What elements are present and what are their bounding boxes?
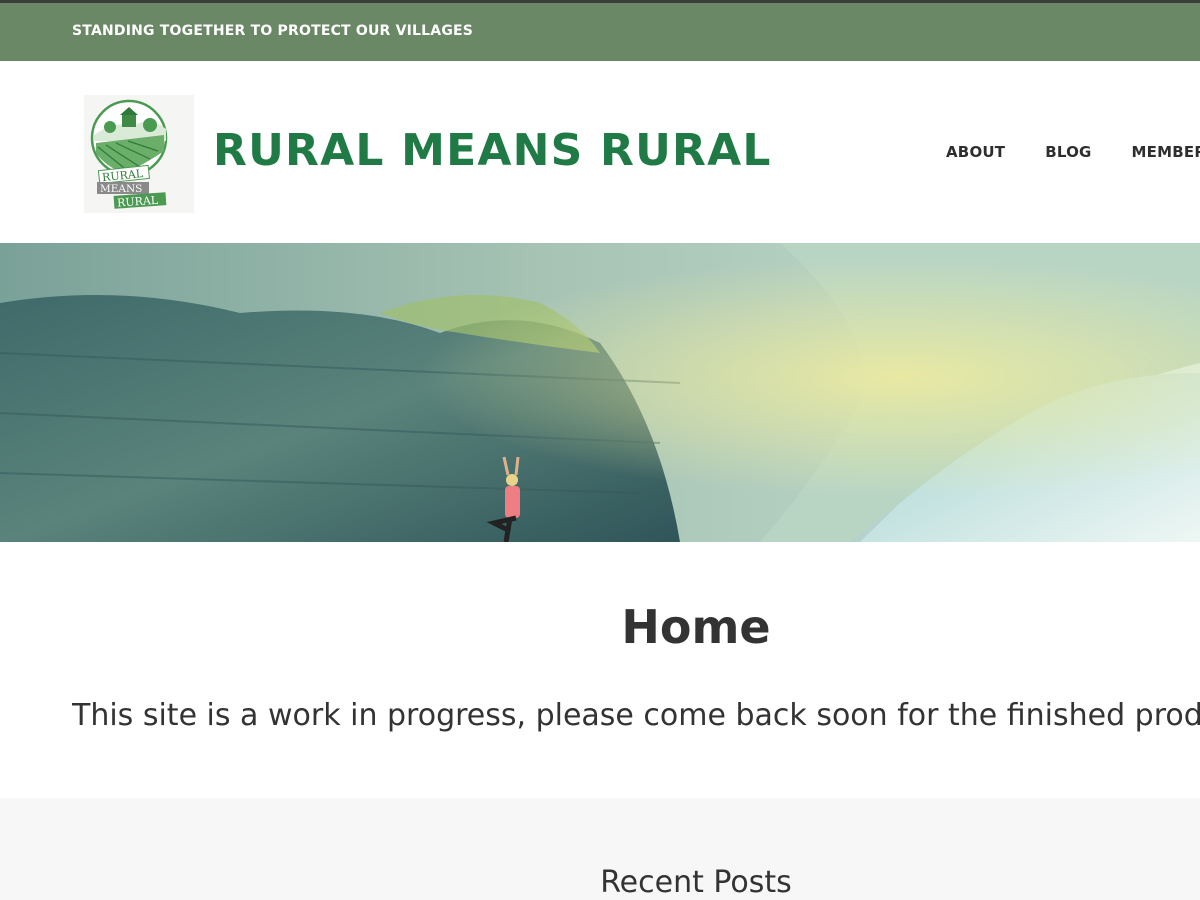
nav-item-about[interactable]: ABOUT bbox=[946, 143, 1005, 161]
page-title: Home bbox=[621, 600, 771, 654]
site-logo[interactable]: RURAL MEANS RURAL bbox=[84, 95, 194, 213]
footer-widgets: Recent Posts bbox=[0, 798, 1200, 900]
recent-posts-heading: Recent Posts bbox=[600, 865, 792, 900]
nav-item-members[interactable]: MEMBERS bbox=[1132, 143, 1200, 161]
main-nav: ABOUT BLOG MEMBERS bbox=[946, 143, 1200, 161]
logo-text-line2: MEANS bbox=[100, 183, 142, 195]
nav-item-blog[interactable]: BLOG bbox=[1045, 143, 1091, 161]
site-header: RURAL MEANS RURAL RURAL MEANS RURAL ABOU… bbox=[0, 61, 1200, 243]
top-bar: STANDING TOGETHER TO PROTECT OUR VILLAGE… bbox=[0, 3, 1200, 61]
hero-image bbox=[0, 243, 1200, 542]
intro-text: This site is a work in progress, please … bbox=[72, 698, 1200, 733]
site-title[interactable]: RURAL MEANS RURAL bbox=[213, 125, 772, 176]
site-tagline: STANDING TOGETHER TO PROTECT OUR VILLAGE… bbox=[72, 23, 474, 39]
